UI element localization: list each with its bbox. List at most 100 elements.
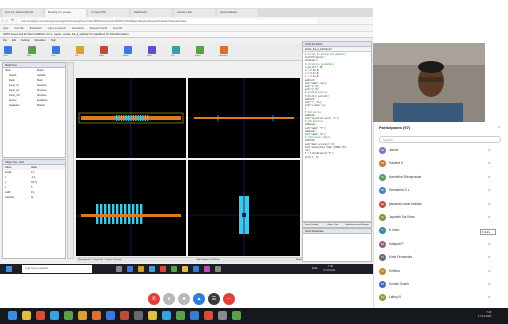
viewer-taskbar-app-icon[interactable]	[22, 311, 31, 320]
participant-row[interactable]: KI Krithika ✕	[374, 267, 507, 277]
taskbar-app-icon[interactable]	[149, 266, 155, 272]
taskbar-app-icon[interactable]	[182, 266, 188, 272]
participant-row[interactable]: HD Hemantha D L ✕	[374, 186, 507, 196]
tab-object-tree[interactable]: Object Tree	[327, 224, 338, 226]
taskbar-app-icon[interactable]	[127, 266, 133, 272]
taskbar-app-icon[interactable]	[160, 266, 166, 272]
toolbar-button-icon[interactable]	[172, 46, 180, 54]
share-button[interactable]: ▲	[193, 293, 205, 305]
tab-optimization-sweep[interactable]: Optimization and Sweep	[345, 224, 369, 226]
bookmark-item[interactable]: Get started	[72, 27, 84, 30]
presenter-video[interactable]	[373, 43, 485, 122]
toolbar-button-icon[interactable]	[196, 46, 204, 54]
viewer-taskbar-app-icon[interactable]	[106, 311, 115, 320]
bookmark-item[interactable]: New Tab	[14, 27, 23, 30]
participant-row[interactable]: KA Kalapati P ✕	[374, 240, 507, 250]
url-field[interactable]: trial.meetinglive.com/webapp/meeting/joi…	[18, 18, 318, 24]
viewer-taskbar-app-icon[interactable]	[64, 311, 73, 320]
toolbar-button-icon[interactable]	[52, 46, 60, 54]
viewer-taskbar-app-icon[interactable]	[162, 311, 171, 320]
taskbar-app-icon[interactable]	[116, 266, 122, 272]
props-row-name: y	[5, 181, 7, 184]
participant-row[interactable]: HI Harshitha Shivaprasad ✕	[374, 173, 507, 183]
toolbar-button-icon[interactable]	[100, 46, 108, 54]
viewer-taskbar-app-icon[interactable]	[148, 311, 157, 320]
bookmark-item[interactable]: Apps	[3, 27, 8, 30]
viewer-taskbar-app-icon[interactable]	[92, 311, 101, 320]
taskbar-app-icon[interactable]	[215, 266, 221, 272]
menu-item[interactable]: File	[3, 39, 7, 42]
browser-tab[interactable]: C:/OpenGTK	[88, 9, 129, 17]
more-button[interactable]: ⋯	[223, 293, 235, 305]
viewer-taskbar-app-icon[interactable]	[50, 311, 59, 320]
toolbar-button-icon[interactable]	[28, 46, 36, 54]
participant-row[interactable]: LA Lathiq R ✕	[374, 293, 507, 303]
participant-name: Kirsti Fernandes	[389, 255, 413, 260]
grating-tooth	[140, 115, 142, 121]
back-icon[interactable]: ‹	[2, 18, 3, 23]
viewer-taskbar-app-icon[interactable]	[120, 311, 129, 320]
viewer-taskbar-app-icon[interactable]	[8, 311, 17, 320]
xz-view[interactable]	[188, 78, 300, 158]
perspective-view[interactable]	[188, 160, 300, 256]
toolbar-button-icon[interactable]	[148, 46, 156, 54]
participant-avatar: KI	[379, 254, 386, 262]
bookmark-item[interactable]: New Tab	[113, 27, 122, 30]
browser-tab[interactable]: account/Status	[217, 9, 258, 17]
viewer-taskbar-app-icon[interactable]	[134, 311, 143, 320]
viewer-taskbar-app-icon[interactable]	[190, 311, 199, 320]
reload-icon[interactable]: ↻	[11, 18, 14, 22]
toolbar-button-icon[interactable]	[124, 46, 132, 54]
toolbar-button-icon[interactable]	[220, 46, 228, 54]
browser-tab[interactable]: Meeting is in progre...	[45, 9, 86, 17]
viewer-taskbar-app-icon[interactable]	[204, 311, 213, 320]
browser-tab[interactable]: Answer | Ask	[174, 9, 215, 17]
participant-row[interactable]: KS Kumari Sushh ✕	[374, 280, 507, 290]
tab-script-prompt[interactable]: Script Prompt	[305, 224, 318, 226]
participants-search-input[interactable]: Search	[379, 136, 501, 143]
bookmarks-bar: Apps New Tab Bookmarks Log in to account Get…	[0, 25, 373, 32]
leave-call-button[interactable]: ✆	[148, 293, 160, 305]
taskbar-search-box[interactable]: Type here to search	[22, 265, 92, 273]
menu-item[interactable]: Help	[51, 39, 56, 42]
props-row[interactable]: material Si	[3, 195, 65, 200]
browser-tab[interactable]: Dashboard	[131, 9, 172, 17]
participant-row[interactable]: JE jaswanth naidu bathala ✕	[374, 200, 507, 210]
bookmark-item[interactable]: Bookmarks	[30, 27, 42, 30]
taskbar-app-icon[interactable]	[171, 266, 177, 272]
windows-start-icon[interactable]	[6, 266, 12, 272]
bookmark-item[interactable]: Research Portal	[90, 27, 107, 30]
browser-tab[interactable]: Intro GL: Newest fork #2	[2, 9, 43, 17]
chat-button[interactable]: ☰	[208, 293, 220, 305]
taskbar-app-icon[interactable]	[204, 266, 210, 272]
share-icon: ▲	[196, 296, 202, 302]
script-editor-panel: Script File Editor stroke_fsa_2_spt1b2y.…	[302, 41, 372, 222]
yz-view[interactable]	[76, 160, 186, 256]
xy-view[interactable]	[76, 78, 186, 158]
menu-item[interactable]: Simulation	[35, 39, 46, 42]
participant-row[interactable]: HA Harakrit S ✕	[374, 159, 507, 169]
taskbar-app-icon[interactable]	[138, 266, 144, 272]
viewer-taskbar-app-icon[interactable]	[232, 311, 241, 320]
model-tree-item[interactable]: Separator Monitor	[3, 103, 65, 108]
menu-item[interactable]: Edit	[12, 39, 16, 42]
participant-row[interactable]: JE Jaimie ✕	[374, 146, 507, 156]
participant-row[interactable]: JK Jayanthi Sai Kiran ✕	[374, 213, 507, 223]
taskbar-app-icon[interactable]	[193, 266, 199, 272]
bookmark-item[interactable]: Log in to account	[48, 27, 66, 30]
script-code-area[interactable]: # Script to define the geometry switchtol…	[303, 52, 371, 160]
viewer-taskbar-app-icon[interactable]	[78, 311, 87, 320]
video-button[interactable]: ■	[178, 293, 190, 305]
toolbar-button-label: Mesh	[147, 55, 152, 57]
toolbar-button-icon[interactable]	[4, 46, 12, 54]
forward-icon[interactable]: ›	[6, 18, 7, 23]
viewer-taskbar-app-icon[interactable]	[176, 311, 185, 320]
toolbar-button-icon[interactable]	[76, 46, 84, 54]
viewer-taskbar-app-icon[interactable]	[218, 311, 227, 320]
viewer-taskbar-app-icon[interactable]	[36, 311, 45, 320]
participant-row[interactable]: KI Kirsti Fernandes ✕	[374, 253, 507, 263]
mic-button[interactable]: ●	[163, 293, 175, 305]
participant-avatar: KS	[379, 281, 386, 288]
menu-item[interactable]: Settings	[21, 39, 30, 42]
close-icon[interactable]: ×	[498, 124, 500, 129]
